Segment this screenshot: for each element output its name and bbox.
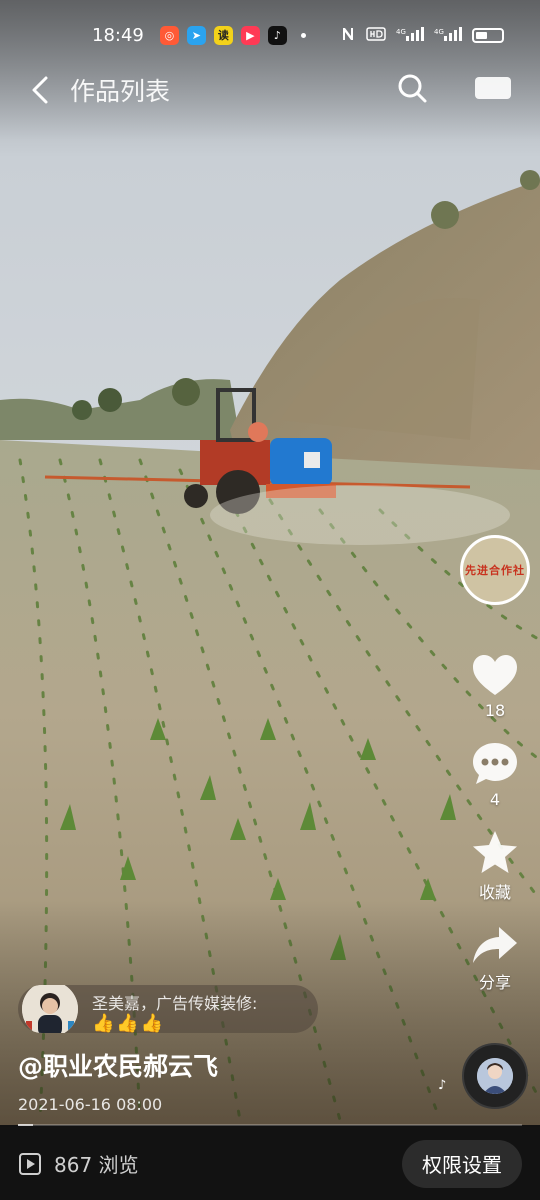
comment-text: 圣美嘉，广告传媒装修: (92, 994, 258, 1013)
chevron-left-icon (32, 76, 48, 104)
svg-text:4G: 4G (434, 28, 444, 36)
video-icon: ▶ (240, 25, 260, 45)
work-thumbnail[interactable]: 先进合作社 (460, 535, 530, 605)
star-icon (473, 831, 517, 873)
page-title: 作品列表 (70, 77, 171, 106)
battery-level (476, 31, 487, 39)
hd-icon (366, 26, 386, 44)
comment-button[interactable]: 4 (471, 740, 519, 809)
comment-emoji: 👍👍👍 (92, 1013, 166, 1034)
author-name[interactable]: @职业农民郝云飞 (18, 1047, 218, 1083)
side-actions: 先进合作社 18 4 收藏 分享 (460, 535, 530, 993)
battery-icon (472, 27, 504, 43)
music-disc[interactable] (462, 1043, 528, 1109)
top-nav: 作品列表 (0, 62, 540, 118)
video-camera-icon (475, 77, 511, 99)
camera-button[interactable] (474, 75, 512, 105)
nfc-icon (340, 26, 356, 45)
music-cover (477, 1058, 513, 1094)
post-date: 2021-06-16 08:00 (18, 1095, 163, 1114)
music-note-icon: ♪ (438, 1078, 447, 1093)
share-button[interactable]: 分享 (471, 925, 519, 993)
signal-icon: 4G (396, 26, 424, 45)
search-icon (398, 74, 427, 103)
bottom-bar: 867 浏览 权限设置 (0, 1127, 540, 1200)
reader-icon: 读 (213, 25, 233, 45)
xiaohongshu-icon: ◎ (159, 25, 179, 45)
share-arrow-icon (473, 927, 517, 963)
playback-progress-fill (18, 1124, 34, 1126)
commenter-avatar (22, 985, 78, 1033)
telegram-icon: ➤ (186, 25, 206, 45)
search-button[interactable] (396, 72, 428, 108)
permission-settings-button[interactable]: 权限设置 (402, 1139, 522, 1188)
video-scene-image (0, 0, 540, 1125)
work-thumbnail-text: 先进合作社 (465, 564, 525, 577)
tiktok-icon: ♪ (267, 25, 287, 45)
share-label: 分享 (478, 973, 511, 992)
playback-progress[interactable] (18, 1124, 522, 1126)
comment-preview[interactable]: 圣美嘉，广告传媒装修: 👍👍👍 (18, 985, 318, 1033)
favorite-label: 收藏 (478, 883, 511, 902)
comment-count: 4 (489, 790, 501, 809)
svg-text:4G: 4G (396, 28, 406, 36)
comment-icon (473, 743, 517, 784)
views-stat: 867 浏览 (18, 1149, 139, 1178)
back-button[interactable] (28, 74, 56, 106)
like-button[interactable]: 18 (471, 653, 519, 720)
notification-app-icons: ◎ ➤ 读 ▶ ♪ (159, 25, 287, 45)
status-bar: 18:49 ◎ ➤ 读 ▶ ♪ 4G 4G (0, 0, 540, 70)
favorite-button[interactable]: 收藏 (471, 829, 519, 903)
status-dot (300, 32, 306, 38)
views-count: 867 浏览 (54, 1153, 139, 1177)
play-square-icon (19, 1152, 41, 1175)
comment-text-block: 圣美嘉，广告传媒装修: 👍👍👍 (92, 994, 257, 1033)
video-frame[interactable] (0, 0, 540, 1125)
signal-icon-2: 4G (434, 26, 462, 45)
heart-icon (473, 655, 517, 695)
like-count: 18 (484, 701, 506, 720)
status-time: 18:49 (92, 24, 144, 46)
system-indicators: 4G 4G (340, 26, 504, 45)
